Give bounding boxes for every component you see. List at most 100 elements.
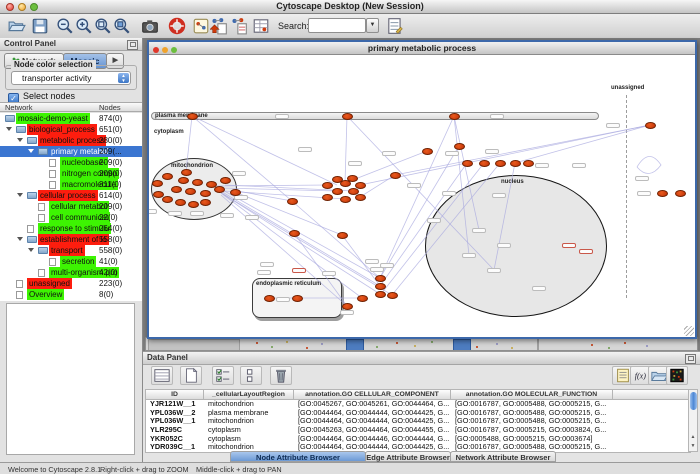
table-cell[interactable] — [613, 400, 690, 409]
tree-row[interactable]: secretion41(0) — [0, 256, 142, 267]
network-node[interactable] — [479, 160, 490, 167]
tree-row-label[interactable]: metabolic process — [38, 135, 106, 146]
table-cell[interactable]: cytoplasm — [204, 435, 294, 444]
network-node[interactable] — [342, 113, 353, 120]
new-attribute-icon[interactable] — [180, 366, 202, 385]
help-icon[interactable] — [168, 17, 186, 35]
tree-row[interactable]: multi-organism pro42(0) — [0, 267, 142, 278]
network-node[interactable] — [340, 196, 351, 203]
column-header[interactable] — [613, 390, 690, 400]
tree-row-label[interactable]: biological_process — [27, 124, 97, 135]
network-node[interactable] — [375, 283, 386, 290]
tree-row[interactable]: nucleobase-209(0) — [0, 157, 142, 168]
import-attributes-icon[interactable] — [230, 17, 248, 35]
table-cell[interactable] — [613, 426, 690, 435]
table-row[interactable]: YPL036W__1mitochondrion[GO:0044464, GO:0… — [146, 417, 690, 426]
network-node[interactable] — [675, 190, 686, 197]
table-cell[interactable]: [GO:0044464, GO:0044444, GO:0044425, G..… — [294, 417, 451, 426]
network-node[interactable] — [200, 199, 211, 206]
table-cell[interactable]: [GO:0016787, GO:0005215, GO:0003824, G..… — [451, 426, 613, 435]
tab-edge-attribute-browser[interactable]: Edge Attribute Browser — [365, 451, 451, 462]
table-row[interactable]: YKR052Ccytoplasm[GO:0044464, GO:0044446,… — [146, 435, 690, 444]
expander-icon[interactable] — [17, 138, 23, 142]
table-row[interactable]: YLR295Ccytoplasm[GO:0045263, GO:0044464,… — [146, 426, 690, 435]
network-tree-header[interactable]: Network Nodes — [0, 102, 142, 112]
tree-row[interactable]: transport558(0) — [0, 245, 142, 256]
table-cell[interactable]: [GO:0045263, GO:0044464, GO:0044455, G..… — [294, 426, 451, 435]
zoom-in-icon[interactable] — [75, 17, 93, 35]
table-cell[interactable]: YKR052C — [146, 435, 204, 444]
zoom-selected-icon[interactable] — [113, 17, 131, 35]
tree-row[interactable]: biological_process651(0) — [0, 124, 142, 135]
network-node[interactable] — [200, 190, 211, 197]
tree-row[interactable]: cellular process614(0) — [0, 190, 142, 201]
network-node[interactable] — [162, 196, 173, 203]
network-node[interactable] — [185, 188, 196, 195]
network-node[interactable] — [192, 179, 203, 186]
strip-handle[interactable] — [453, 339, 471, 351]
open-file-icon[interactable] — [8, 17, 26, 35]
table-cell[interactable]: cytoplasm — [204, 426, 294, 435]
network-node[interactable] — [454, 143, 465, 150]
table-cell[interactable] — [613, 417, 690, 426]
tree-row[interactable]: unassigned223(0) — [0, 278, 142, 289]
table-cell[interactable]: mitochondrion — [204, 417, 294, 426]
column-header[interactable]: _cellularLayoutRegion — [204, 390, 294, 400]
annotation-icon[interactable] — [192, 17, 210, 35]
snapshot-icon[interactable] — [141, 17, 159, 35]
expander-icon[interactable] — [28, 149, 34, 153]
network-node[interactable] — [287, 198, 298, 205]
tree-row[interactable]: cell communicat22(0) — [0, 212, 142, 223]
network-node[interactable] — [175, 199, 186, 206]
network-node[interactable] — [220, 177, 231, 184]
network-node[interactable] — [162, 173, 173, 180]
expander-icon[interactable] — [17, 237, 23, 241]
unselect-attributes-icon[interactable] — [240, 366, 262, 385]
tree-row-label[interactable]: secretion — [60, 256, 96, 267]
table-cell[interactable]: [GO:0016787, GO:0005488, GO:0005215, G..… — [451, 409, 613, 418]
network-node[interactable] — [375, 291, 386, 298]
zoom-fit-icon[interactable] — [94, 17, 112, 35]
tree-row[interactable]: establishment of lo558(0) — [0, 234, 142, 245]
import-network-icon[interactable] — [210, 17, 228, 35]
network-node[interactable] — [187, 113, 198, 120]
expander-icon[interactable] — [28, 248, 34, 252]
network-node[interactable] — [322, 194, 333, 201]
network-node[interactable] — [188, 201, 199, 208]
delete-attribute-icon[interactable] — [270, 366, 292, 385]
table-cell[interactable]: YPL036W__2 — [146, 409, 204, 418]
network-node[interactable] — [289, 230, 300, 237]
network-node[interactable] — [510, 160, 521, 167]
table-cell[interactable]: [GO:0045267, GO:0045261, GO:0044464, G..… — [294, 400, 451, 409]
attribute-table-icon[interactable] — [151, 366, 173, 385]
network-node[interactable] — [523, 160, 534, 167]
background-window-strip[interactable] — [145, 337, 698, 351]
network-node[interactable] — [422, 148, 433, 155]
tree-column-nodes[interactable]: Nodes — [99, 103, 121, 112]
table-cell[interactable]: YPL036W__1 — [146, 417, 204, 426]
tab-network-attribute-browser[interactable]: Network Attribute Browser — [450, 451, 556, 462]
network-node[interactable] — [181, 169, 192, 176]
table-cell[interactable]: [GO:0044464, GO:0044446, GO:0044444, G..… — [294, 435, 451, 444]
expander-icon[interactable] — [17, 193, 23, 197]
scrollbar-arrows[interactable]: ▲▼ — [689, 433, 697, 451]
table-cell[interactable]: plasma membrane — [204, 409, 294, 418]
network-node[interactable] — [449, 113, 460, 120]
column-header[interactable]: ID — [146, 390, 204, 400]
table-cell[interactable]: YLR295C — [146, 426, 204, 435]
table-cell[interactable]: [GO:0044464, GO:0044444, GO:0044425, G..… — [294, 409, 451, 418]
zoom-out-icon[interactable] — [56, 17, 74, 35]
column-header[interactable]: annotation.GO CELLULAR_COMPONENT — [294, 390, 451, 400]
save-session-icon[interactable] — [31, 17, 49, 35]
node-color-attribute-select[interactable]: transporter activity ▲▼ — [11, 71, 131, 85]
network-node[interactable] — [342, 303, 353, 310]
resize-grip[interactable] — [684, 326, 694, 336]
network-canvas[interactable]: plasma membrane cytoplasm mitochondrion … — [149, 55, 695, 337]
select-attributes-icon[interactable] — [212, 366, 234, 385]
network-node[interactable] — [355, 194, 366, 201]
network-node[interactable] — [495, 160, 506, 167]
table-cell[interactable]: [GO:0005488, GO:0005215, GO:0003674] — [451, 435, 613, 444]
tree-row-label[interactable]: cellular process — [38, 190, 98, 201]
table-row[interactable]: YPL036W__2plasma membrane[GO:0044464, GO… — [146, 409, 690, 418]
table-cell[interactable]: [GO:0016787, GO:0005488, GO:0005215, G..… — [451, 400, 613, 409]
